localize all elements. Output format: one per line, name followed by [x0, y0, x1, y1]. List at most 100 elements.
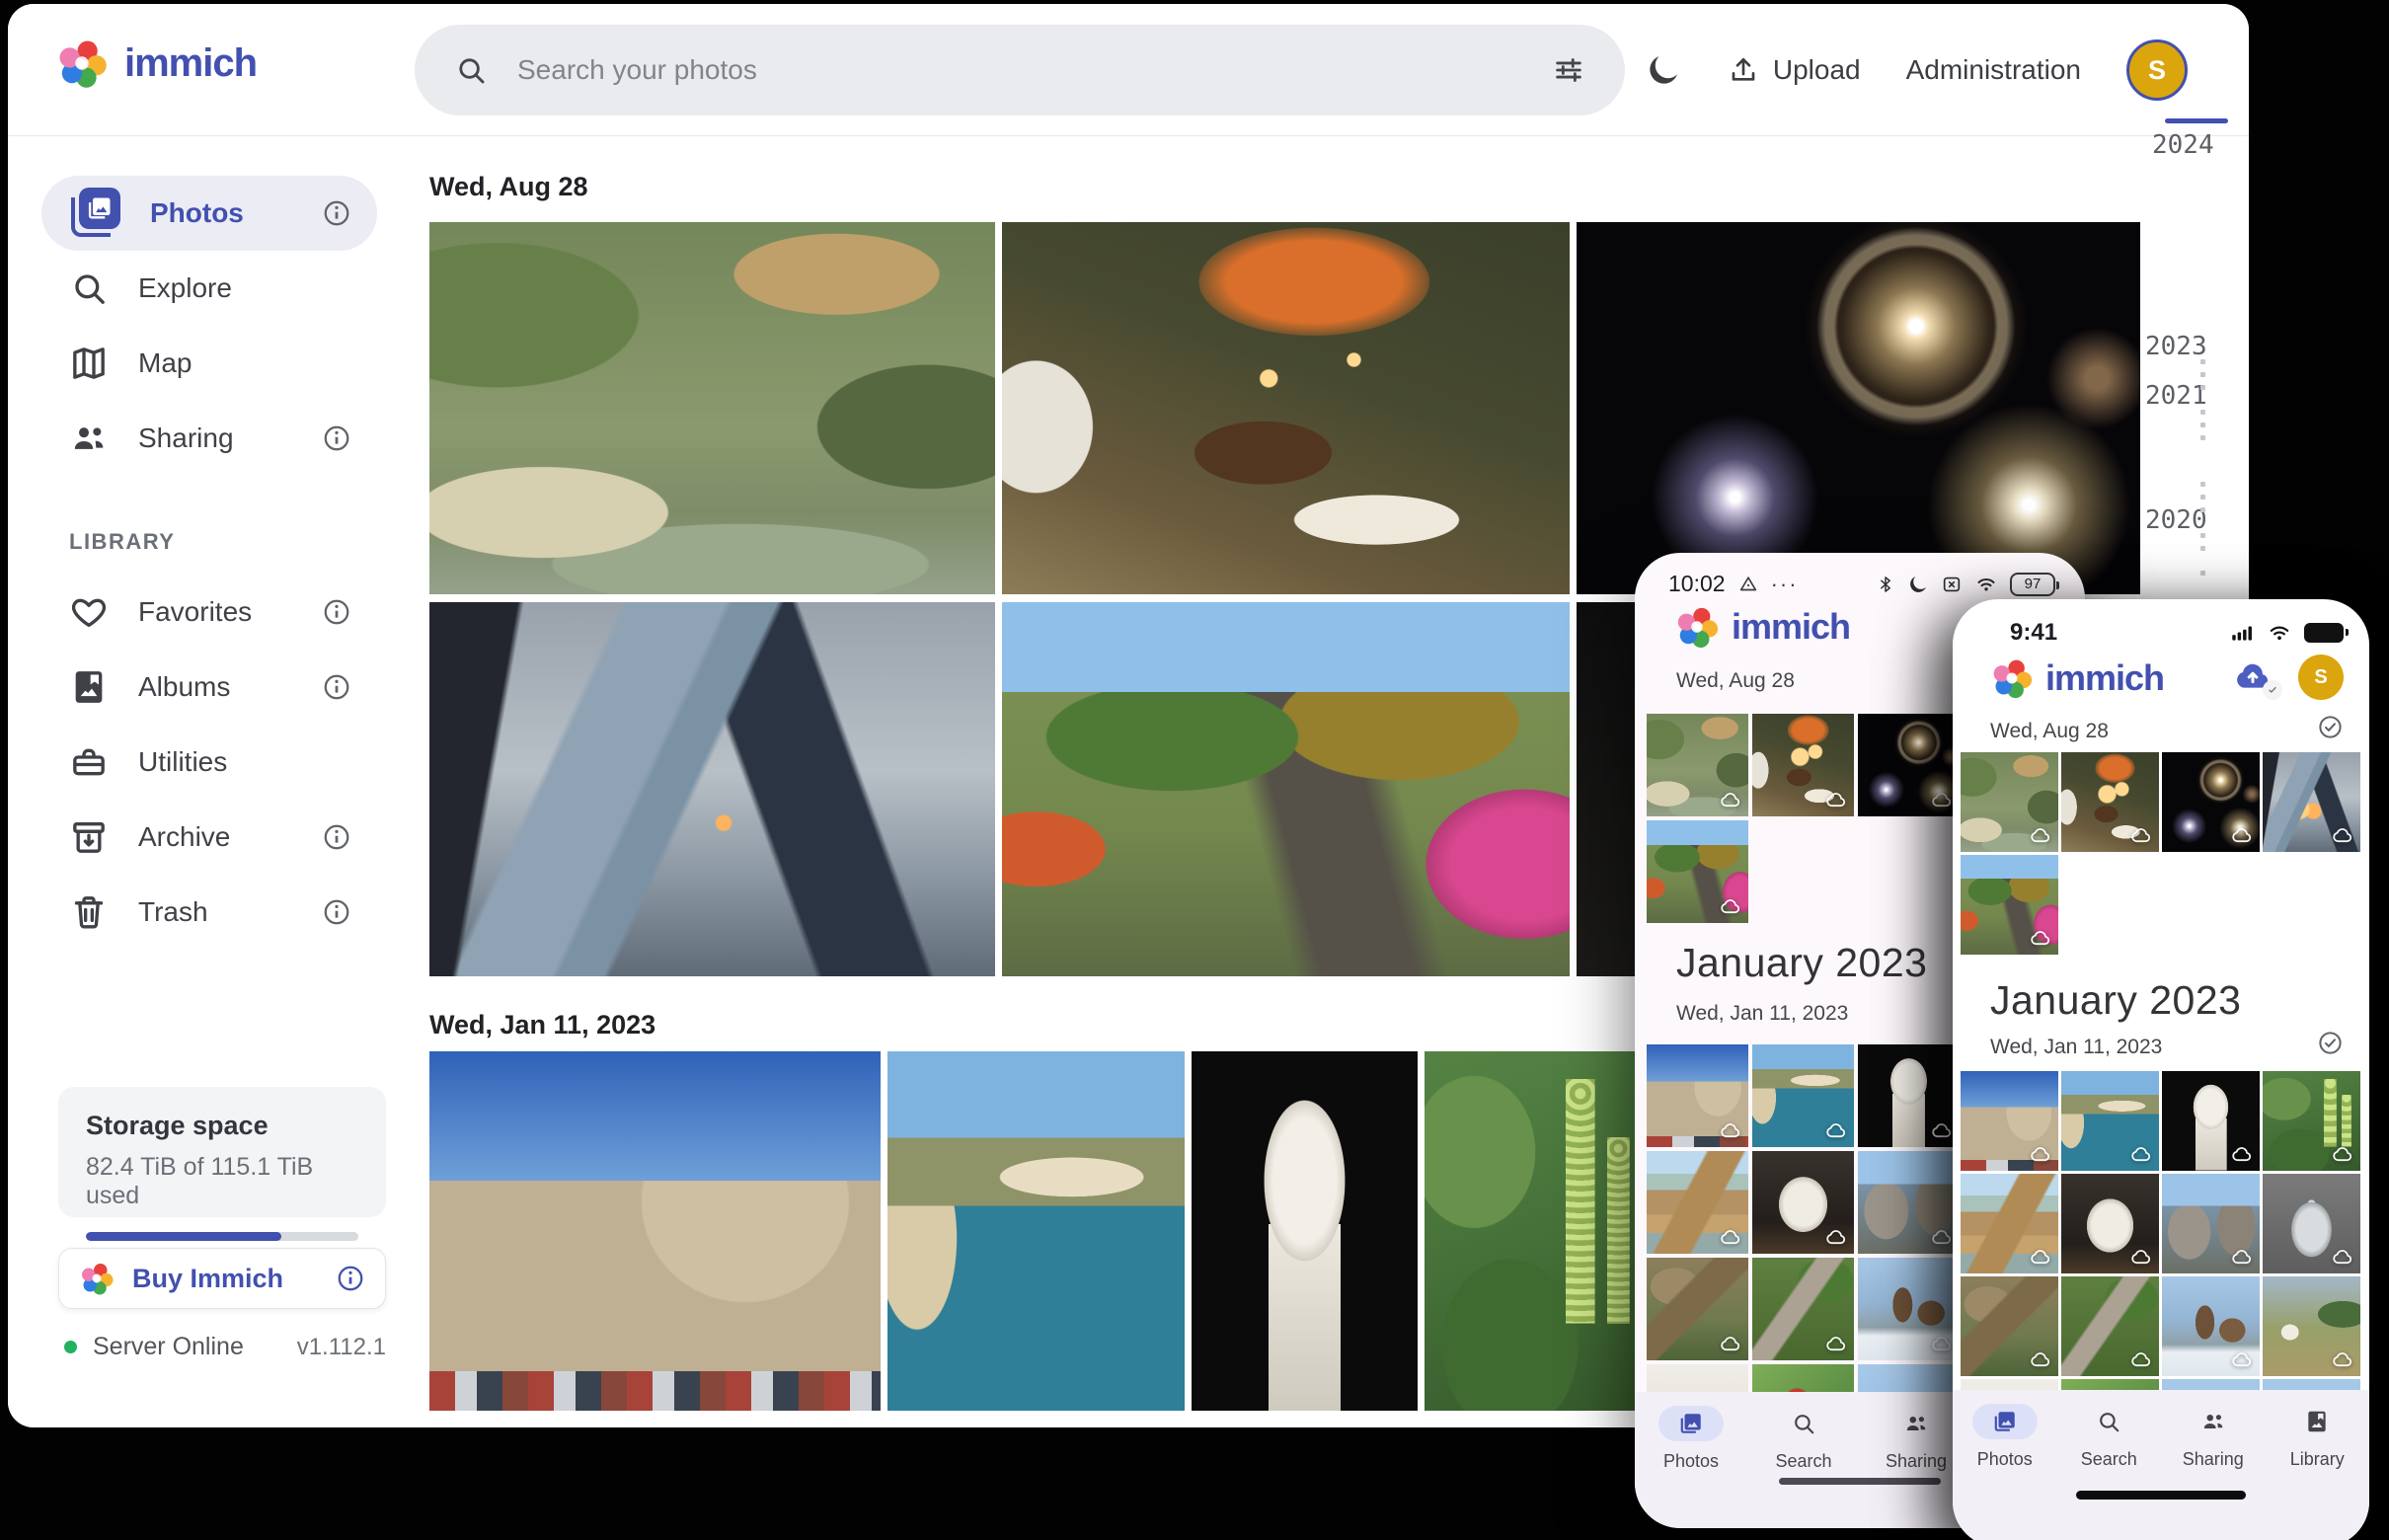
photo-sky[interactable]	[2263, 1379, 2360, 1390]
user-avatar[interactable]: S	[2126, 39, 2188, 101]
photo-lizard-moss[interactable]	[1752, 1258, 1854, 1360]
photo-marble-bust[interactable]	[2162, 1071, 2260, 1171]
sidebar-item-trash[interactable]: Trash	[41, 875, 377, 950]
info-icon[interactable]	[322, 198, 351, 228]
photo-holding-hands[interactable]	[2263, 752, 2360, 852]
sidebar-item-albums[interactable]: Albums	[41, 650, 377, 725]
info-icon[interactable]	[322, 897, 351, 927]
search-bar[interactable]	[415, 25, 1625, 116]
photo-lizard[interactable]	[1961, 1276, 2058, 1376]
info-icon[interactable]	[322, 597, 351, 627]
photo-green-berries[interactable]	[2263, 1071, 2360, 1171]
select-group-icon[interactable]	[2317, 1030, 2344, 1056]
user-avatar[interactable]: S	[2298, 654, 2344, 700]
nav-icon-slot	[2181, 1404, 2246, 1439]
photo-marble-sculpture[interactable]	[2061, 1174, 2159, 1273]
photo-beach-cliff[interactable]	[1647, 1151, 1748, 1254]
photo-zoo-monkeys[interactable]	[1961, 752, 2058, 852]
home-indicator	[2076, 1491, 2246, 1500]
photo-marble-sculpture[interactable]	[1752, 1151, 1854, 1254]
photo-coastal-town[interactable]	[1752, 1044, 1854, 1147]
sidebar-item-archive[interactable]: Archive	[41, 800, 377, 875]
sidebar-item-sharing[interactable]: Sharing	[41, 401, 377, 476]
photo-pomegranate[interactable]	[1752, 1364, 1854, 1392]
cloud-sync-icon	[2230, 1142, 2254, 1166]
photo-fortress-walls[interactable]	[429, 1051, 881, 1411]
search-icon	[1791, 1411, 1816, 1436]
sidebar-item-favorites[interactable]: Favorites	[41, 575, 377, 650]
info-icon[interactable]	[322, 822, 351, 852]
timeline-year[interactable]: 2024	[2152, 130, 2214, 160]
photo-autumn-park-path[interactable]	[1647, 820, 1748, 923]
nav-item-search[interactable]: Search	[2057, 1404, 2162, 1540]
photo-silver-ornament[interactable]	[2263, 1174, 2360, 1273]
nav-item-photos[interactable]: Photos	[1635, 1406, 1747, 1528]
sidebar-item-explore[interactable]: Explore	[41, 251, 377, 326]
wifi-icon	[2267, 620, 2292, 646]
nav-item-search[interactable]: Search	[1747, 1406, 1860, 1528]
buy-immich-button[interactable]: Buy Immich	[58, 1248, 386, 1309]
photo-coastal-town[interactable]	[2061, 1071, 2159, 1171]
sidebar-item-map[interactable]: Map	[41, 326, 377, 401]
photo-marble-bust[interactable]	[1858, 1044, 1960, 1147]
photo-fireworks[interactable]	[1858, 714, 1960, 816]
photo-zoo-monkeys[interactable]	[1647, 714, 1748, 816]
photo-light[interactable]	[1647, 1364, 1748, 1392]
select-group-icon[interactable]	[2317, 714, 2344, 740]
immich-flower-icon	[55, 37, 109, 90]
trash-icon	[69, 892, 109, 932]
photo-snowy-village[interactable]	[1858, 1258, 1960, 1360]
info-icon[interactable]	[322, 424, 351, 453]
photo-snowy-village[interactable]	[2162, 1276, 2260, 1376]
sidebar-item-photos[interactable]: Photos	[41, 176, 377, 251]
server-status-text: Server Online	[93, 1333, 281, 1361]
photo-holding-hands[interactable]	[429, 602, 995, 976]
photo-fortress-walls[interactable]	[1647, 1044, 1748, 1147]
photo-fireworks[interactable]	[2162, 752, 2260, 852]
photo-dinner-table[interactable]	[1002, 222, 1570, 594]
nav-item-library[interactable]: Library	[2266, 1404, 2370, 1540]
backup-cloud-button[interactable]	[2227, 656, 2278, 696]
photo-light[interactable]	[1961, 1379, 2058, 1390]
photo-lizard-moss[interactable]	[2061, 1276, 2159, 1376]
nav-item-photos[interactable]: Photos	[1953, 1404, 2057, 1540]
timeline-year[interactable]: 2023	[2145, 332, 2207, 361]
photo-green-berries[interactable]	[1425, 1051, 1650, 1411]
photo-autumn-park-path[interactable]	[1002, 602, 1570, 976]
photo-fireworks[interactable]	[1577, 222, 2142, 594]
photo-castle-ruins[interactable]	[1858, 1151, 1960, 1254]
photo-dinner-table[interactable]	[1752, 714, 1854, 816]
dnd-icon	[1737, 574, 1759, 595]
photo-marble-bust[interactable]	[1192, 1051, 1418, 1411]
dark-mode-toggle-icon[interactable]	[1645, 51, 1682, 89]
cloud-sync-icon	[1719, 1332, 1742, 1355]
search-input[interactable]	[515, 53, 1524, 87]
photo-beach-cliff[interactable]	[1961, 1174, 2058, 1273]
photo-fortress-walls[interactable]	[1961, 1071, 2058, 1171]
nav-item-sharing[interactable]: Sharing	[2161, 1404, 2266, 1540]
administration-link[interactable]: Administration	[1906, 54, 2081, 86]
status-time: 10:02	[1668, 571, 1726, 597]
timeline-scrubber-handle[interactable]	[2165, 118, 2228, 123]
cloud-sync-icon	[2129, 1348, 2153, 1371]
sidebar-item-utilities[interactable]: Utilities	[41, 725, 377, 800]
photo-autumn-park-path[interactable]	[1961, 855, 2058, 955]
upload-button[interactable]: Upload	[1728, 54, 1861, 86]
photo-lizard[interactable]	[1647, 1258, 1748, 1360]
photo-dinner-table[interactable]	[2061, 752, 2159, 852]
photo-zoo-monkeys[interactable]	[429, 222, 995, 594]
timeline-year[interactable]: 2020	[2145, 505, 2207, 535]
immich-logo[interactable]: immich	[55, 37, 257, 90]
photo-sky[interactable]	[2162, 1379, 2260, 1390]
photo-farm-field[interactable]	[2263, 1276, 2360, 1376]
timeline-year[interactable]: 2021	[2145, 381, 2207, 411]
photo-pomegranate[interactable]	[2061, 1379, 2159, 1390]
photos-icon	[69, 188, 120, 239]
info-icon[interactable]	[322, 672, 351, 702]
photo-castle-ruins[interactable]	[2162, 1174, 2260, 1273]
photo-coastal-town[interactable]	[887, 1051, 1185, 1411]
photo-sky[interactable]	[1858, 1364, 1960, 1392]
info-icon[interactable]	[336, 1264, 365, 1293]
timeline-tick	[2200, 482, 2205, 487]
search-filter-icon[interactable]	[1552, 53, 1585, 87]
